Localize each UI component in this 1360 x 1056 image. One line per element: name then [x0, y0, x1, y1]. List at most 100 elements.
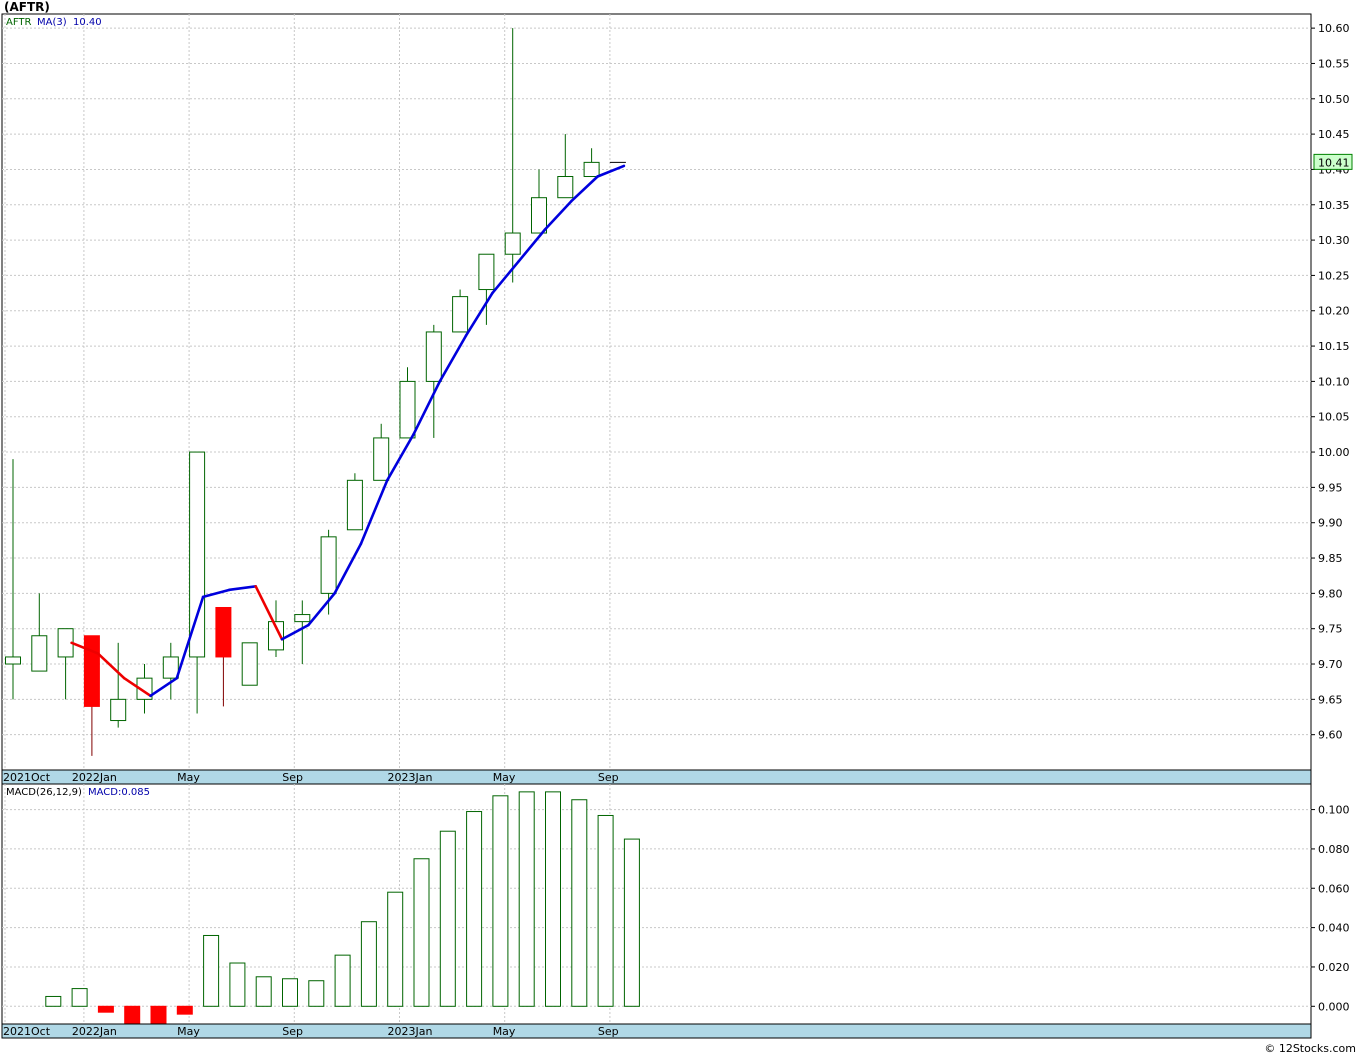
price-xtick-label: 2023Jan	[388, 771, 433, 784]
price-ytick-label: 9.90	[1318, 517, 1343, 530]
macd-xtick-label: 2021Oct	[3, 1025, 51, 1038]
macd-xtick-label: 2022Jan	[72, 1025, 117, 1038]
candle-body	[241, 642, 258, 686]
macd-bar	[229, 962, 246, 1007]
price-ytick-label: 10.55	[1318, 57, 1350, 70]
candle-body	[189, 451, 206, 658]
macd-panel-frame	[1, 783, 1312, 1025]
stock-chart: 9.60 9.65 9.70 9.75 9.80 9.85 9.90 9.95 10.00 10.…	[1, 13, 1353, 1039]
price-ytick-label: 9.75	[1318, 623, 1343, 636]
price-ytick-label: 10.60	[1318, 22, 1350, 35]
legend-ma-label: MA(3)	[37, 17, 67, 28]
price-xtick-label: May	[177, 771, 200, 784]
macd-bar	[282, 978, 298, 1007]
macd-bar	[45, 995, 62, 1007]
macd-xtick-label: May	[493, 1025, 516, 1038]
price-panel: 9.60 9.65 9.70 9.75 9.80 9.85 9.90 9.95 10.00 10.…	[1, 13, 1353, 785]
macd-bar	[71, 988, 88, 1007]
price-ytick-label: 9.95	[1318, 481, 1343, 494]
legend-symbol: AFTR	[6, 17, 32, 28]
price-ytick-label: 9.85	[1318, 552, 1343, 565]
macd-bar	[623, 838, 640, 1007]
candle-body	[452, 296, 469, 333]
price-legend: AFTR MA(3) 10.40	[6, 17, 102, 28]
price-xtick-label: 2022Jan	[72, 771, 117, 784]
price-ytick-label: 10.00	[1318, 446, 1350, 459]
candle-body	[162, 656, 179, 679]
candle-body	[294, 614, 311, 623]
macd-ytick-label: 0.000	[1318, 1000, 1350, 1013]
macd-bar	[203, 934, 220, 1007]
price-y-axis: 9.60 9.65 9.70 9.75 9.80 9.85 9.90 9.95 10.00 10.…	[1311, 22, 1350, 742]
macd-ytick-label: 0.080	[1318, 843, 1350, 856]
macd-bar	[597, 814, 614, 1007]
candle-body	[83, 635, 100, 707]
macd-xtick-label: 2023Jan	[388, 1025, 433, 1038]
macd-y-axis: 0.000 0.020 0.040 0.060 0.080 0.100	[1311, 804, 1350, 1013]
legend-ma-value: 10.40	[73, 17, 102, 28]
macd-xtick-label: Sep	[282, 1025, 303, 1038]
legend-macd-label: MACD(26,12,9)	[6, 787, 82, 798]
candle-body	[373, 437, 390, 481]
macd-bar	[334, 954, 351, 1007]
candle	[346, 473, 363, 531]
candle-body	[320, 536, 337, 594]
price-ytick-label: 10.10	[1318, 375, 1350, 388]
macd-ytick-label: 0.020	[1318, 961, 1350, 974]
macd-ytick-label: 0.100	[1318, 804, 1350, 817]
macd-bar	[545, 791, 561, 1007]
credit-text: © 12Stocks.com	[1264, 1042, 1356, 1055]
price-xtick-label: 2021Oct	[3, 771, 51, 784]
price-ytick-label: 10.50	[1318, 93, 1350, 106]
candle-body	[399, 380, 416, 439]
price-ytick-label: 10.30	[1318, 234, 1350, 247]
price-ytick-label: 9.65	[1318, 693, 1343, 706]
macd-panel: 0.000 0.020 0.040 0.060 0.080 0.100 2021Oct 20…	[1, 783, 1350, 1039]
candle-body	[531, 197, 547, 234]
macd-bar	[492, 795, 509, 1007]
candle-body	[110, 698, 127, 722]
macd-bar	[308, 980, 325, 1007]
macd-ytick-label: 0.060	[1318, 882, 1350, 895]
price-ytick-label: 9.70	[1318, 658, 1343, 671]
price-ytick-label: 10.35	[1318, 199, 1350, 212]
candle-body	[5, 656, 21, 665]
price-xtick-label: Sep	[282, 771, 303, 784]
macd-bar	[97, 1005, 114, 1013]
candle-body	[346, 479, 363, 531]
macd-xtick-label: Sep	[598, 1025, 619, 1038]
last-price-label: 10.41	[1318, 156, 1350, 169]
candle-body	[478, 253, 495, 291]
macd-bar	[466, 811, 483, 1007]
legend-macd-value: MACD:0.085	[88, 787, 150, 798]
macd-bar	[571, 799, 588, 1007]
candle-body	[557, 176, 574, 199]
macd-bar	[150, 1005, 167, 1027]
candle	[241, 642, 258, 686]
price-xtick-label: Sep	[598, 771, 619, 784]
price-ytick-label: 10.05	[1318, 411, 1350, 424]
macd-bar	[518, 791, 535, 1007]
price-ytick-label: 9.80	[1318, 587, 1343, 600]
last-price-marker: 10.41	[1313, 153, 1353, 170]
price-ytick-label: 9.60	[1318, 729, 1343, 742]
macd-bar	[124, 1005, 141, 1027]
price-ytick-label: 10.20	[1318, 305, 1350, 318]
macd-bar	[413, 858, 430, 1007]
macd-bar	[439, 830, 456, 1007]
macd-ytick-label: 0.040	[1318, 922, 1350, 935]
candle-body	[504, 232, 521, 255]
macd-bar	[176, 1005, 193, 1015]
macd-bar	[360, 921, 377, 1007]
macd-legend: MACD(26,12,9) MACD:0.085	[6, 787, 150, 798]
price-ytick-label: 10.45	[1318, 128, 1350, 141]
price-ytick-label: 10.25	[1318, 269, 1350, 282]
macd-bar	[387, 891, 404, 1007]
price-ytick-label: 10.15	[1318, 340, 1350, 353]
candle-body	[215, 606, 232, 658]
candle-body	[425, 331, 442, 382]
macd-bar	[255, 976, 272, 1007]
candle-body	[31, 635, 48, 672]
macd-xtick-label: May	[177, 1025, 200, 1038]
candle-body	[583, 161, 600, 178]
